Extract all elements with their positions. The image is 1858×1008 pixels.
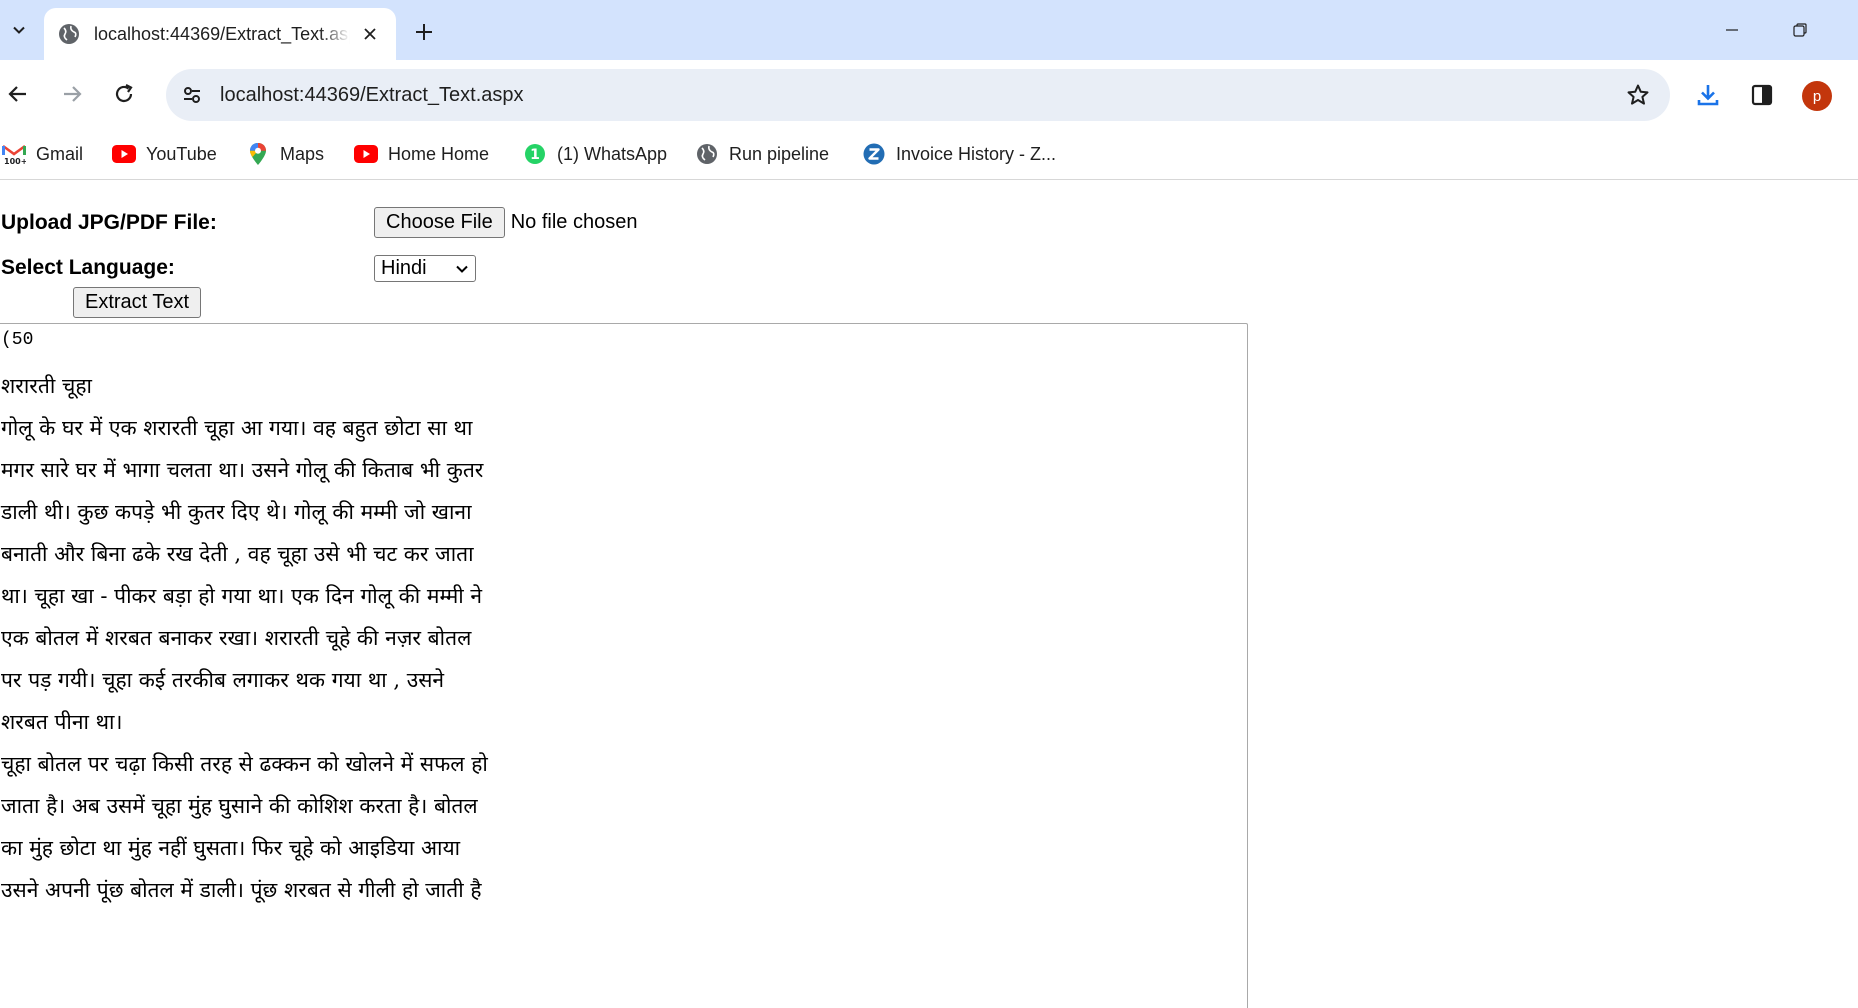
browser-toolbar: localhost:44369/Extract_Text.aspx p bbox=[0, 60, 1858, 130]
youtube-icon bbox=[112, 142, 136, 166]
reload-button[interactable] bbox=[106, 76, 142, 112]
chevron-down-icon bbox=[456, 265, 468, 273]
bookmark-gmail[interactable]: 100+ Gmail bbox=[2, 139, 83, 169]
output-line: मगर सारे घर में भागा चलता था। उसने गोलू … bbox=[1, 458, 484, 482]
maps-icon bbox=[246, 142, 270, 166]
bookmark-youtube[interactable]: YouTube bbox=[112, 139, 217, 169]
restore-button[interactable] bbox=[1780, 12, 1820, 48]
globe-icon bbox=[59, 24, 79, 44]
output-line: का मुंह छोटा था मुंह नहीं घुसता। फिर चूह… bbox=[1, 836, 461, 860]
star-icon bbox=[1627, 84, 1649, 105]
bookmark-invoice-history[interactable]: Invoice History - Z... bbox=[862, 139, 1056, 169]
language-select[interactable]: Hindi bbox=[374, 255, 476, 282]
language-selected-value: Hindi bbox=[381, 257, 427, 279]
side-panel-button[interactable] bbox=[1744, 77, 1780, 113]
output-line: था। चूहा खा - पीकर बड़ा हो गया था। एक दि… bbox=[1, 584, 483, 608]
globe-icon bbox=[695, 142, 719, 166]
bookmark-whatsapp[interactable]: 1 (1) WhatsApp bbox=[523, 139, 667, 169]
page-content: Upload JPG/PDF File: Choose File No file… bbox=[0, 181, 1858, 1008]
output-line: पर पड़ गयी। चूहा कई तरकीब लगाकर थक गया थ… bbox=[1, 668, 445, 692]
output-line: गोलू के घर में एक शरारती चूहा आ गया। वह … bbox=[1, 416, 473, 440]
output-line: (50 bbox=[1, 330, 34, 350]
output-line: उसने अपनी पूंछ बोतल में डाली। पूंछ शरबत … bbox=[1, 878, 482, 902]
extracted-text-box[interactable]: (50 शरारती चूहा गोलू के घर में एक शरारती… bbox=[0, 323, 1248, 1008]
bookmark-run-pipeline[interactable]: Run pipeline bbox=[695, 139, 829, 169]
download-icon bbox=[1697, 85, 1719, 106]
arrow-left-icon bbox=[8, 86, 26, 102]
output-line: शरारती चूहा bbox=[1, 374, 92, 398]
site-info-button[interactable] bbox=[174, 77, 210, 113]
close-tab-icon[interactable] bbox=[358, 22, 382, 46]
plus-icon bbox=[416, 24, 432, 40]
chevron-down-icon bbox=[13, 26, 25, 34]
side-panel-icon bbox=[1751, 84, 1773, 106]
address-bar[interactable]: localhost:44369/Extract_Text.aspx bbox=[166, 69, 1670, 121]
whatsapp-icon: 1 bbox=[523, 142, 547, 166]
downloads-button[interactable] bbox=[1690, 77, 1726, 113]
active-tab[interactable]: localhost:44369/Extract_Text.aspx bbox=[44, 8, 396, 60]
extract-text-button[interactable]: Extract Text bbox=[73, 287, 202, 318]
zoho-icon bbox=[862, 142, 886, 166]
output-line: एक बोतल में शरबत बनाकर रखा। शरारती चूहे … bbox=[1, 626, 472, 650]
upload-label: Upload JPG/PDF File: bbox=[1, 211, 217, 234]
gmail-icon: 100+ bbox=[2, 142, 26, 166]
profile-avatar[interactable]: p bbox=[1802, 81, 1832, 111]
youtube-icon bbox=[354, 142, 378, 166]
bookmarks-bar: 100+ Gmail YouTube Maps Home Home 1 (1) … bbox=[0, 130, 1858, 180]
tab-title: localhost:44369/Extract_Text.aspx bbox=[94, 23, 350, 44]
reload-icon bbox=[115, 84, 133, 103]
output-line: डाली थी। कुछ कपड़े भी कुतर दिए थे। गोलू … bbox=[1, 500, 472, 524]
file-input[interactable]: Choose File No file chosen bbox=[374, 207, 637, 238]
arrow-right-icon bbox=[64, 86, 82, 102]
new-tab-button[interactable] bbox=[408, 16, 440, 48]
restore-icon bbox=[1793, 23, 1807, 37]
file-status: No file chosen bbox=[510, 211, 638, 233]
choose-file-button[interactable]: Choose File bbox=[374, 207, 505, 238]
output-line: चूहा बोतल पर चढ़ा किसी तरह से ढक्कन को ख… bbox=[1, 752, 488, 776]
output-line: शरबत पीना था। bbox=[1, 710, 123, 734]
forward-button[interactable] bbox=[54, 76, 90, 112]
bookmark-maps[interactable]: Maps bbox=[246, 139, 324, 169]
tab-search-button[interactable] bbox=[4, 13, 34, 47]
bookmark-home-home[interactable]: Home Home bbox=[354, 139, 489, 169]
output-line: जाता है। अब उसमें चूहा मुंह घुसाने की को… bbox=[1, 794, 478, 818]
output-line: बनाती और बिना ढके रख देती , वह चूहा उसे … bbox=[1, 542, 474, 566]
svg-text:100+: 100+ bbox=[4, 157, 26, 165]
minimize-button[interactable] bbox=[1712, 12, 1752, 48]
language-label: Select Language: bbox=[1, 256, 175, 279]
back-button[interactable] bbox=[0, 76, 36, 112]
tab-strip: localhost:44369/Extract_Text.aspx bbox=[0, 0, 1858, 60]
bookmark-star-button[interactable] bbox=[1620, 77, 1656, 113]
url-text[interactable]: localhost:44369/Extract_Text.aspx bbox=[220, 84, 1620, 107]
minimize-icon bbox=[1726, 29, 1738, 31]
tune-icon bbox=[184, 87, 200, 103]
svg-text:1: 1 bbox=[530, 147, 540, 163]
